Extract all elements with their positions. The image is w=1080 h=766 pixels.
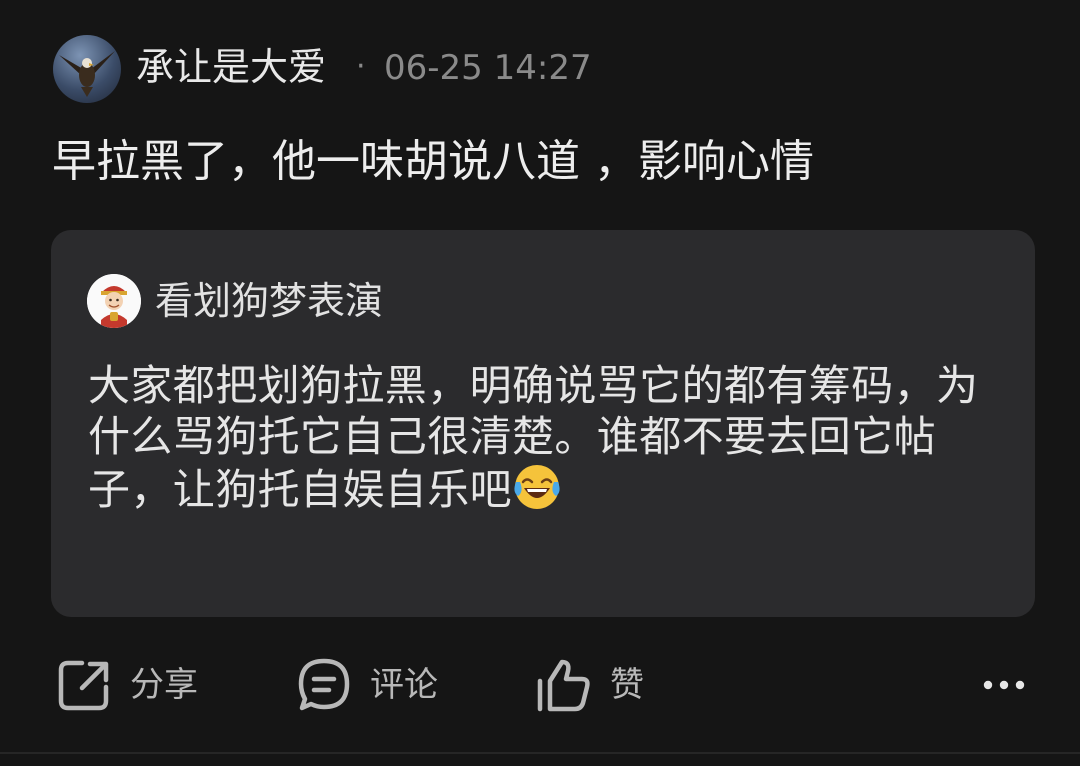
- comment-icon: [298, 658, 350, 711]
- thumbs-up-icon: [537, 659, 590, 712]
- share-label: 分享: [130, 665, 198, 705]
- author-avatar[interactable]: [53, 35, 121, 103]
- comment-body: 早拉黑了，他一味胡说八道 ，影响心情: [52, 136, 814, 187]
- like-button[interactable]: 赞: [536, 655, 644, 715]
- tears-of-joy-emoji-icon: [514, 465, 560, 509]
- quoted-author-avatar[interactable]: [87, 274, 141, 328]
- comment-screen: 承让是大爱 · 06-25 14:27 早拉黑了，他一味胡说八道 ，影响心情 看…: [0, 0, 1080, 766]
- comment-button[interactable]: 评论: [296, 655, 438, 715]
- more-icon[interactable]: [980, 670, 1030, 700]
- fortune-god-avatar-icon: [87, 274, 141, 328]
- quoted-author-name[interactable]: 看划狗梦表演: [155, 278, 383, 324]
- quoted-text-block: 大家都把划狗拉黑，明确说骂它的都有筹码，为什么骂狗托它自己很清楚。谁都不要去回它…: [88, 360, 1013, 515]
- meta-separator: ·: [356, 49, 366, 84]
- share-button[interactable]: 分享: [56, 655, 198, 715]
- quoted-post-card[interactable]: 看划狗梦表演 大家都把划狗拉黑，明确说骂它的都有筹码，为什么骂狗托它自己很清楚。…: [51, 230, 1035, 617]
- author-name[interactable]: 承让是大爱: [136, 44, 326, 90]
- share-icon: [58, 660, 109, 711]
- comment-label: 评论: [370, 665, 438, 705]
- like-label: 赞: [610, 665, 644, 705]
- post-timestamp: 06-25 14:27: [384, 48, 592, 88]
- divider: [0, 752, 1080, 754]
- eagle-avatar-icon: [59, 51, 115, 97]
